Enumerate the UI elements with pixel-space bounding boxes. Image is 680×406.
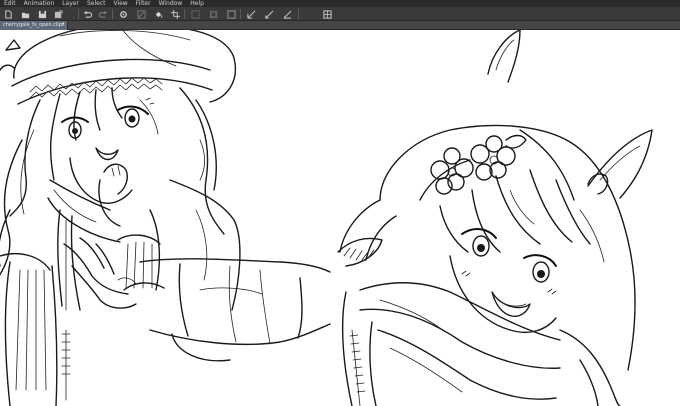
undo-button[interactable] bbox=[82, 9, 92, 19]
new-canvas-icon bbox=[4, 9, 12, 19]
menu-layer[interactable]: Layer bbox=[62, 0, 79, 7]
close-icon[interactable]: × bbox=[61, 22, 65, 29]
command-bar bbox=[0, 7, 680, 21]
clear-icon bbox=[136, 9, 146, 19]
save-icon bbox=[38, 10, 46, 18]
menu-window[interactable]: Window bbox=[159, 0, 183, 7]
new-canvas-button[interactable] bbox=[3, 9, 13, 19]
snap-special-ruler-icon bbox=[283, 10, 291, 19]
fill-icon bbox=[155, 11, 162, 18]
snap-special-ruler-button[interactable] bbox=[282, 9, 292, 19]
menu-help[interactable]: Help bbox=[190, 0, 204, 7]
snap-icon bbox=[264, 10, 273, 19]
menu-view[interactable]: View bbox=[113, 0, 127, 7]
clear-button[interactable] bbox=[136, 9, 146, 19]
document-tab-label: cherrygale_fs_open.clip* bbox=[3, 22, 65, 28]
document-tab-bar: cherrygale_fs_open.clip* × bbox=[0, 21, 680, 30]
redo-button[interactable] bbox=[98, 9, 108, 19]
menu-edit[interactable]: Edit bbox=[4, 0, 16, 7]
snap-button[interactable] bbox=[264, 9, 274, 19]
open-icon bbox=[21, 12, 29, 18]
crop-button[interactable] bbox=[170, 9, 180, 19]
settings-button[interactable] bbox=[118, 9, 128, 19]
flower-ornament bbox=[430, 134, 527, 195]
snap-grid-icon bbox=[322, 9, 332, 19]
invert-selection-button[interactable] bbox=[208, 9, 218, 19]
save-button[interactable] bbox=[37, 9, 47, 19]
selection-border-button[interactable] bbox=[226, 9, 236, 19]
save-as-button[interactable] bbox=[53, 9, 63, 19]
open-button[interactable] bbox=[20, 9, 30, 19]
line-art-illustration bbox=[0, 30, 653, 406]
fill-button[interactable] bbox=[153, 9, 163, 19]
deselect-icon bbox=[190, 9, 200, 19]
snap-grid-button[interactable] bbox=[322, 9, 332, 19]
menu-bar: Edit Animation Layer Select View Filter … bbox=[0, 0, 680, 7]
deselect-button[interactable] bbox=[190, 9, 200, 19]
menu-select[interactable]: Select bbox=[87, 0, 106, 7]
redo-icon bbox=[98, 10, 107, 18]
drawing-canvas[interactable] bbox=[0, 30, 680, 406]
ruler-button[interactable] bbox=[246, 9, 256, 19]
menu-filter[interactable]: Filter bbox=[136, 0, 151, 7]
settings-icon bbox=[119, 10, 127, 18]
invert-selection-icon bbox=[209, 10, 217, 18]
save-dropdown-icon bbox=[54, 9, 63, 18]
menu-animation[interactable]: Animation bbox=[24, 0, 55, 7]
undo-icon bbox=[83, 10, 92, 18]
document-tab[interactable]: cherrygale_fs_open.clip* × bbox=[0, 21, 68, 30]
selection-border-icon bbox=[226, 9, 236, 19]
ruler-icon bbox=[246, 10, 255, 19]
crop-icon bbox=[170, 9, 180, 19]
